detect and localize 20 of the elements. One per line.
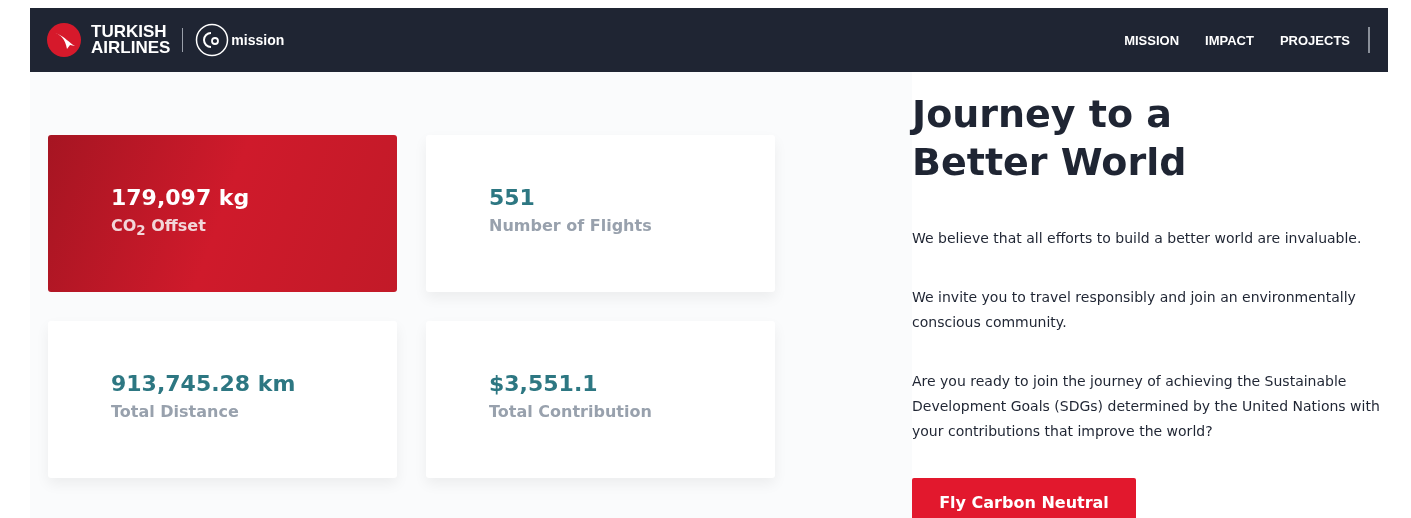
brand-name: TURKISH AIRLINES [91,24,171,56]
stat-value: 551 [489,185,536,210]
stat-label: Total Contribution [489,402,653,421]
nav-link[interactable]: IMPACT [1205,32,1254,48]
stat-label: Total Distance [111,402,240,421]
bird-logo-icon [47,23,81,57]
stat-value: 179,097 kg [111,185,251,210]
stat-value: 913,745.28 km [111,371,297,396]
nav-link[interactable]: MISSION [1124,32,1180,48]
co-logo-icon [195,23,230,57]
nav-link[interactable]: PROJECTS [1279,32,1350,48]
intro-paragraph: We believe that all efforts to build a better world are invaluable. [912,229,1363,248]
page-title: Journey to a Better World [912,91,1188,186]
sub-brand: mission [231,32,285,48]
intro-paragraph: Are you ready to join the journey of achieving the Sustainable Development Goals (SDGs) determined by the United Nations with your contributions that improve the world? [912,372,1381,441]
intro-paragraph: We invite you to travel responsibly and join an environmentally conscious community. [912,288,1357,332]
stat-value: $3,551.1 [489,371,599,396]
stat-label: Number of Flights [489,216,653,235]
stat-label: CO$_{2}$ Offset [111,216,207,239]
fly-carbon-neutral-button[interactable]: Fly Carbon Neutral [912,478,1136,518]
